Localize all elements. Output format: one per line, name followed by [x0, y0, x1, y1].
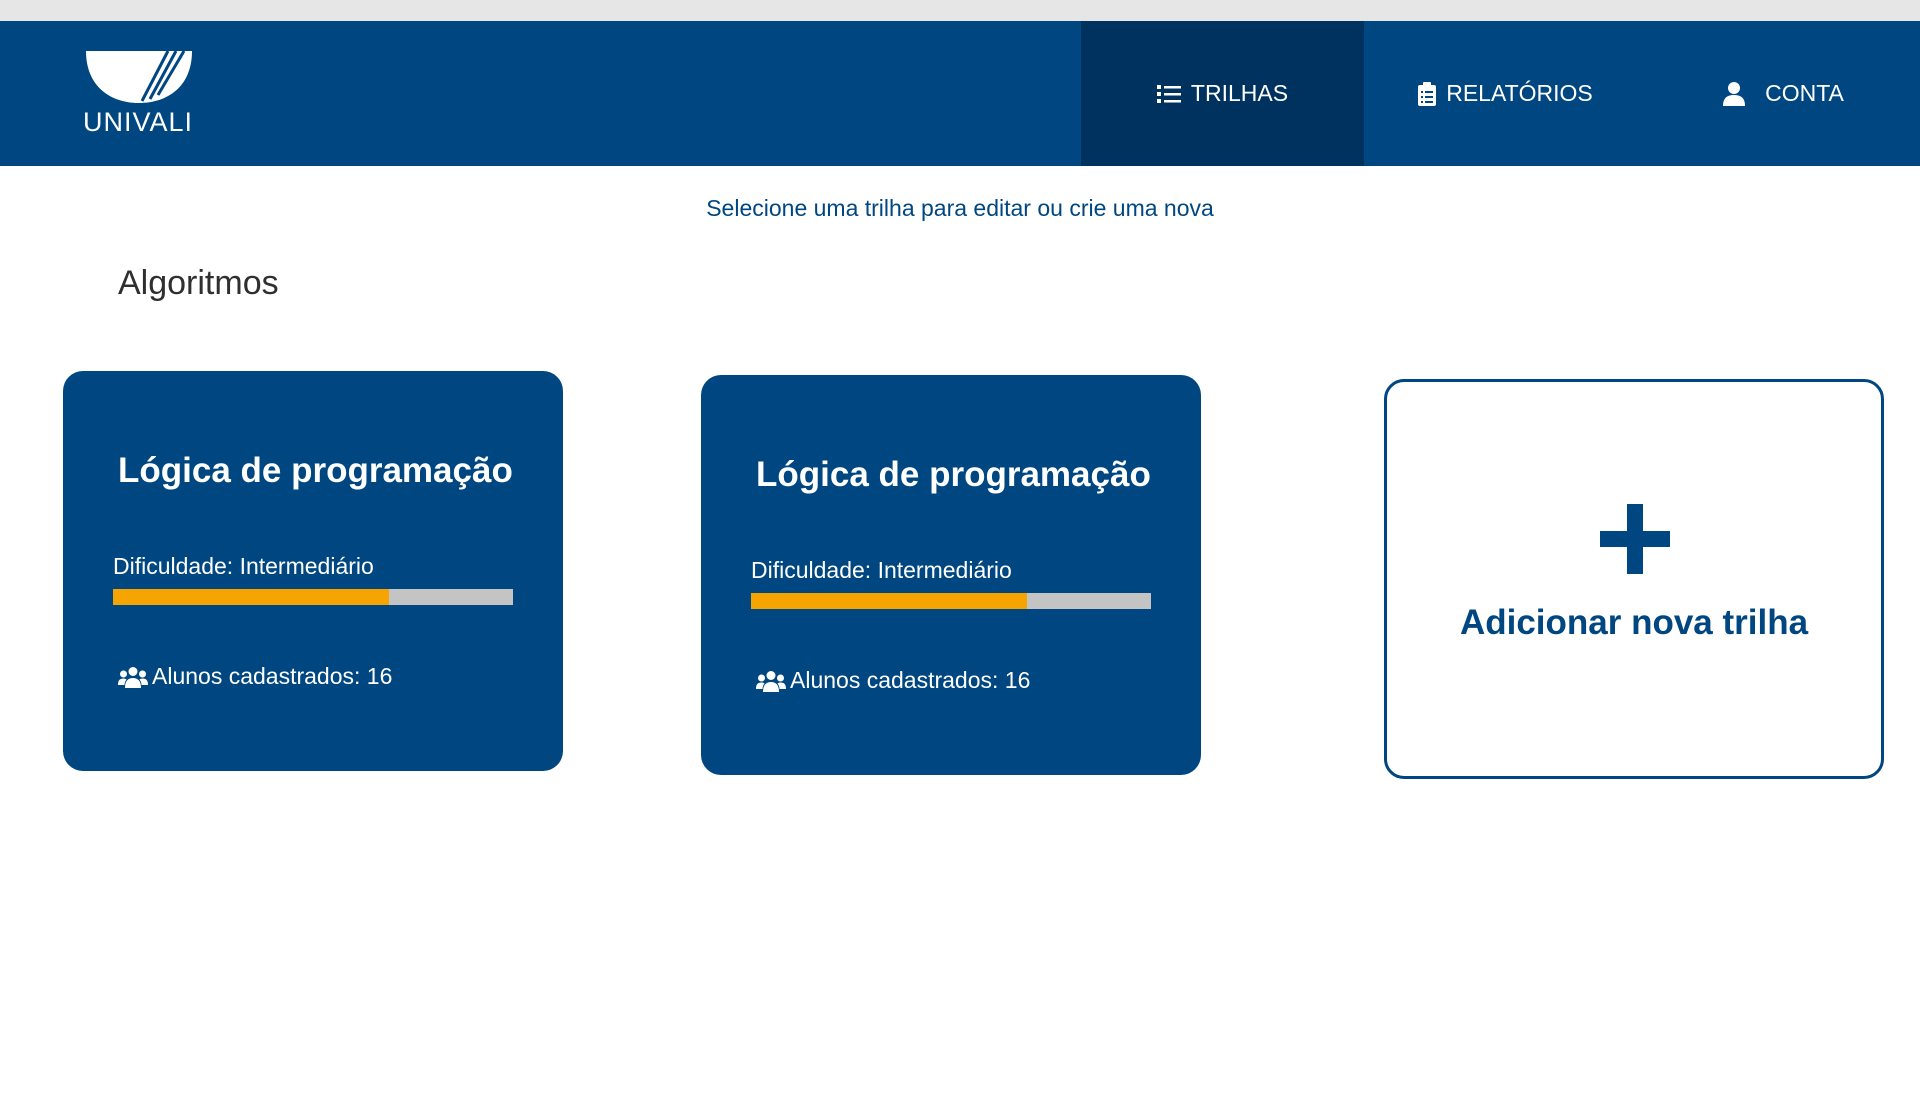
trail-card-students: Alunos cadastrados: 16 — [118, 663, 392, 690]
trail-card-title: Lógica de programação — [118, 451, 513, 490]
trail-card-students-label: Alunos cadastrados: 16 — [152, 663, 393, 689]
list-icon — [1156, 84, 1181, 103]
trail-card[interactable]: Lógica de programação Dificuldade: Inter… — [63, 371, 563, 771]
logo-text: UNIVALI — [82, 107, 194, 137]
nav-trilhas[interactable]: TRILHAS — [1081, 21, 1364, 166]
difficulty-bar — [113, 589, 513, 605]
trail-card-students: Alunos cadastrados: 16 — [756, 667, 1030, 694]
clipboard-icon — [1418, 81, 1437, 106]
users-icon — [756, 670, 786, 692]
trail-card-students-label: Alunos cadastrados: 16 — [790, 667, 1031, 693]
section-title: Algoritmos — [118, 264, 279, 302]
browser-top-strip — [0, 0, 1920, 21]
nav-conta-label: CONTA — [1765, 80, 1844, 106]
add-trail-button[interactable]: Adicionar nova trilha — [1384, 379, 1884, 779]
trail-card-title: Lógica de programação — [756, 455, 1151, 494]
nav-relatorios-label: RELATÓRIOS — [1446, 80, 1593, 106]
plus-icon — [1600, 504, 1670, 574]
trail-card-difficulty: Dificuldade: Intermediário — [113, 553, 374, 579]
trail-card[interactable]: Lógica de programação Dificuldade: Inter… — [701, 375, 1201, 775]
page-subtitle: Selecione uma trilha para editar ou crie… — [706, 195, 1214, 221]
univali-emblem-icon — [86, 50, 192, 103]
difficulty-bar-fill — [113, 589, 389, 605]
difficulty-bar-fill — [751, 593, 1027, 609]
nav-conta[interactable]: CONTA — [1647, 21, 1920, 166]
user-icon — [1723, 81, 1746, 106]
navbar: UNIVALI TRILHAS RELATÓRIOS CONTA — [0, 21, 1920, 166]
add-trail-label: Adicionar nova trilha — [1459, 603, 1809, 642]
nav-trilhas-label: TRILHAS — [1190, 80, 1289, 106]
trail-card-difficulty: Dificuldade: Intermediário — [751, 557, 1012, 583]
users-icon — [118, 666, 148, 688]
univali-logo[interactable]: UNIVALI — [72, 47, 204, 143]
nav-relatorios[interactable]: RELATÓRIOS — [1364, 21, 1647, 166]
difficulty-bar — [751, 593, 1151, 609]
